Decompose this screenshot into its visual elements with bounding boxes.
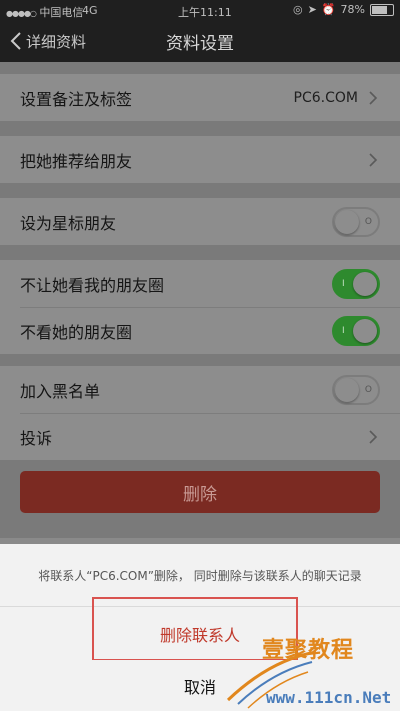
watermark-logo-text: 壹聚教程 <box>262 638 355 663</box>
navigation-bar: 详细资料 资料设置 <box>0 20 400 62</box>
delete-button[interactable]: 删除 <box>20 471 380 513</box>
carrier-label: ●●●●○ 中国电信 <box>6 4 83 20</box>
alarm-icon: ⏰ <box>321 3 336 16</box>
dont-see-label: 不看她的朋友圈 <box>20 322 133 342</box>
remark-row[interactable]: 设置备注及标签 PC6.COM <box>0 74 400 121</box>
hide-moments-toggle[interactable]: I <box>332 268 380 299</box>
remark-label: 设置备注及标签 <box>20 89 133 109</box>
status-right-group: ◎ ➤ ⏰ 78% <box>293 3 394 16</box>
star-group: 设为星标朋友 O <box>0 198 400 245</box>
chevron-right-icon <box>369 429 378 444</box>
blacklist-group: 加入黑名单 O 投诉 <box>0 366 400 460</box>
report-label: 投诉 <box>20 428 53 448</box>
signal-strength-icon: ●●●●○ <box>6 9 37 18</box>
hide-moments-row: 不让她看我的朋友圈 I <box>0 260 400 307</box>
dont-see-row: 不看她的朋友圈 I <box>0 307 400 354</box>
blacklist-row: 加入黑名单 O <box>0 366 400 413</box>
settings-list: 设置备注及标签 PC6.COM 把她推荐给朋友 设为星标朋友 O 不让她看我的朋… <box>0 62 400 538</box>
battery-icon <box>370 3 394 16</box>
battery-percent: 78% <box>340 3 365 16</box>
chevron-right-icon <box>369 152 378 167</box>
recommend-row[interactable]: 把她推荐给朋友 <box>0 136 400 183</box>
dont-see-toggle[interactable]: I <box>332 315 380 346</box>
blacklist-label: 加入黑名单 <box>20 381 101 401</box>
lock-rotation-icon: ◎ <box>293 3 303 16</box>
recommend-group: 把她推荐给朋友 <box>0 136 400 183</box>
moments-group: 不让她看我的朋友圈 I 不看她的朋友圈 I <box>0 260 400 354</box>
star-toggle[interactable]: O <box>332 206 380 237</box>
status-time: 上午11:11 <box>178 6 232 19</box>
hide-moments-label: 不让她看我的朋友圈 <box>20 275 165 295</box>
status-bar: ●●●●○ 中国电信 4G 上午11:11 ◎ ➤ ⏰ 78% <box>0 0 400 20</box>
chevron-right-icon <box>369 90 378 105</box>
network-type: 4G <box>82 4 98 17</box>
star-label: 设为星标朋友 <box>20 213 117 233</box>
remark-value: PC6.COM <box>293 89 358 106</box>
watermark-url: www.111cn.Net <box>266 688 392 707</box>
remark-group: 设置备注及标签 PC6.COM <box>0 74 400 121</box>
recommend-label: 把她推荐给朋友 <box>20 151 133 171</box>
page-title: 资料设置 <box>166 33 234 54</box>
star-row: 设为星标朋友 O <box>0 198 400 245</box>
location-icon: ➤ <box>307 3 317 16</box>
carrier-name: 中国电信 <box>39 6 84 19</box>
report-row[interactable]: 投诉 <box>0 413 400 460</box>
blacklist-toggle[interactable]: O <box>332 374 380 405</box>
